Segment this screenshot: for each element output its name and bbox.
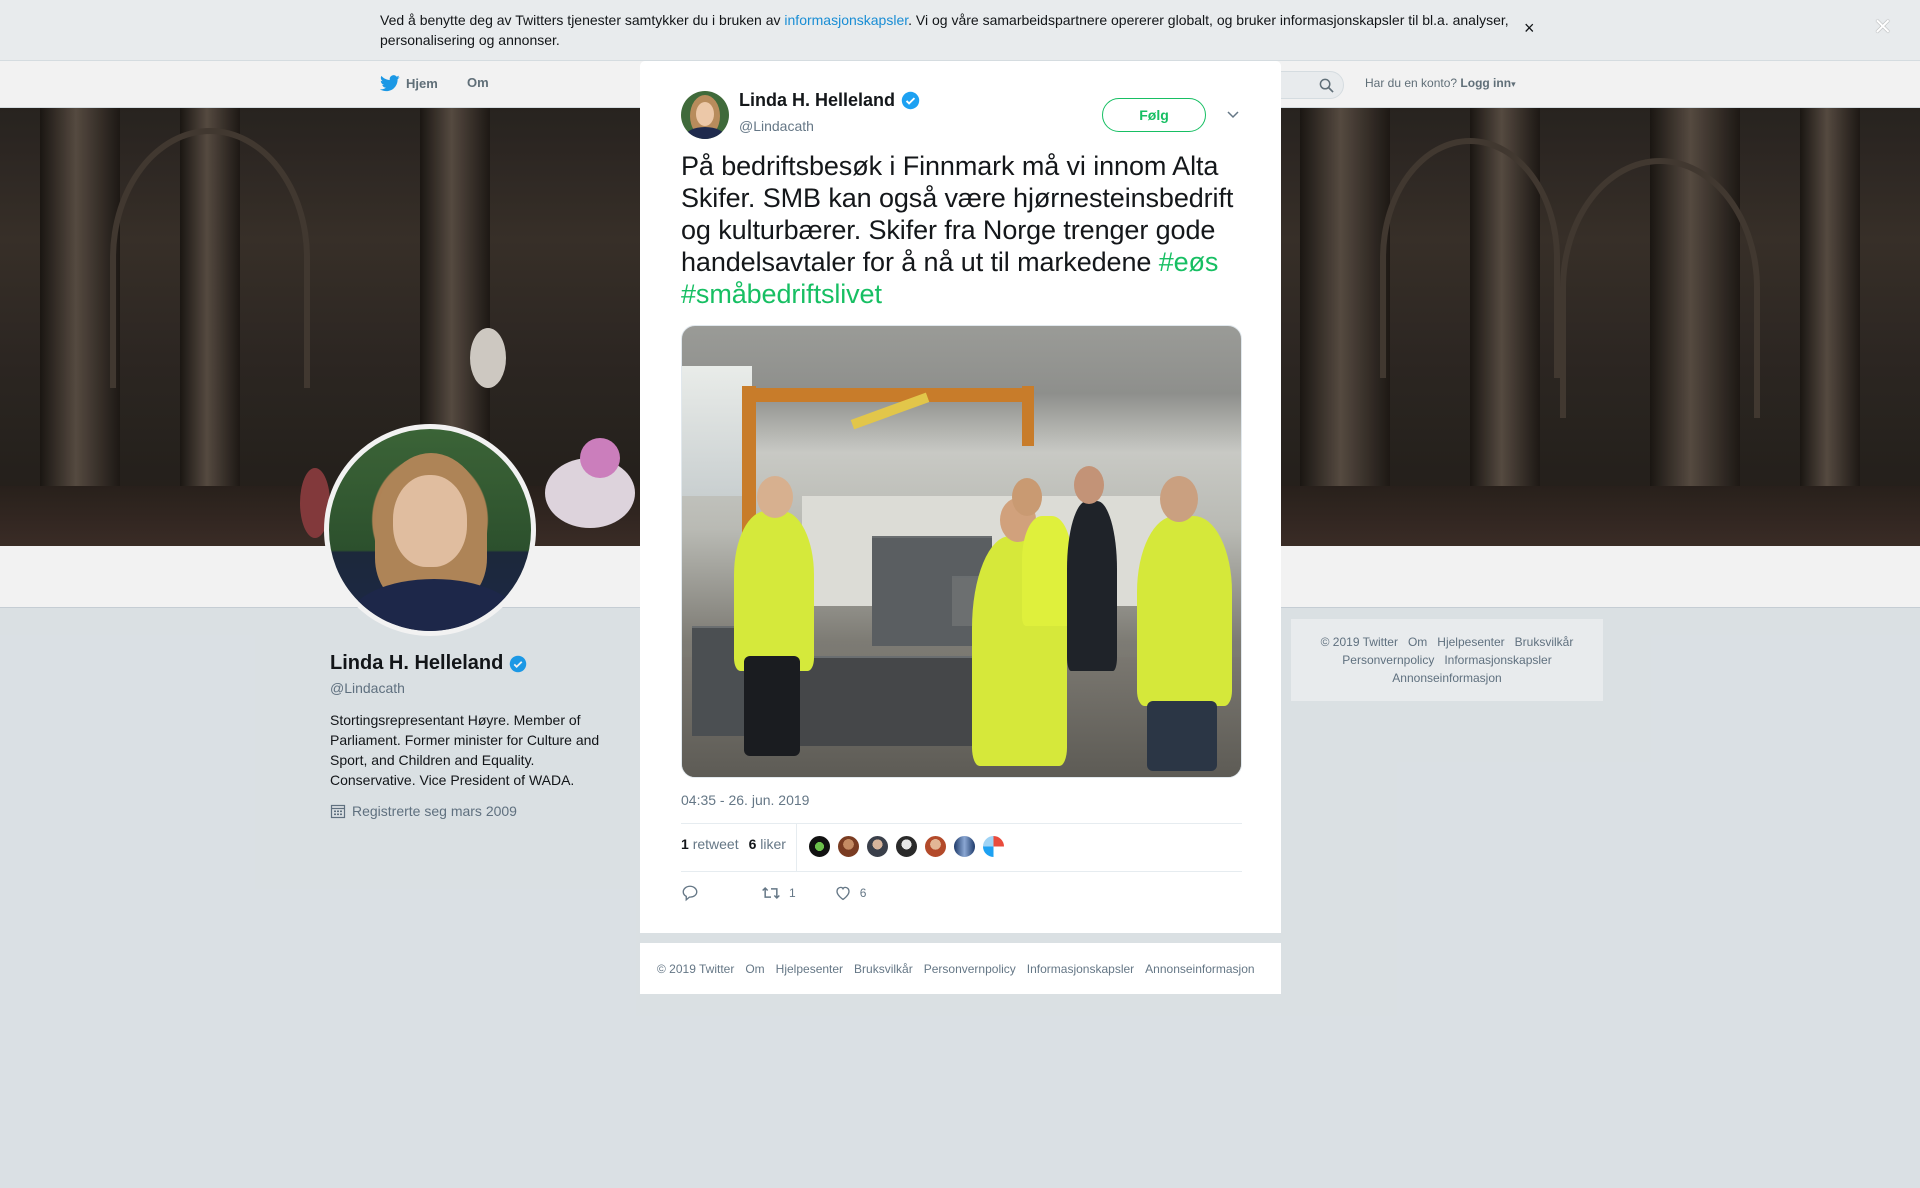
tweet-timestamp[interactable]: 04:35 - 26. jun. 2019 bbox=[681, 792, 809, 808]
tweet-photo[interactable] bbox=[681, 325, 1242, 778]
footer-link-ads[interactable]: Annonseinformasjon bbox=[1145, 962, 1254, 976]
heart-icon bbox=[836, 886, 850, 901]
retweet-action-count: 1 bbox=[789, 886, 796, 900]
modal-footer: © 2019 Twitter Om Hjelpesenter Bruksvilk… bbox=[640, 943, 1281, 994]
reply-button[interactable] bbox=[681, 884, 699, 902]
like-count-label: liker bbox=[760, 836, 786, 852]
tweet-author-name[interactable]: Linda H. Helleland bbox=[739, 90, 920, 111]
tweet-author-handle[interactable]: @Lindacath bbox=[739, 118, 814, 134]
retweet-button[interactable]: 1 bbox=[761, 884, 796, 902]
hashtag-link[interactable]: #småbedriftslivet bbox=[681, 279, 882, 309]
hashtag-link[interactable]: #eøs bbox=[1159, 247, 1219, 277]
like-count[interactable]: 6 liker bbox=[749, 836, 786, 852]
footer-link-privacy[interactable]: Personvernpolicy bbox=[924, 962, 1016, 976]
follow-button[interactable]: Følg bbox=[1102, 98, 1206, 132]
liker-avatars bbox=[808, 835, 1005, 858]
liker-avatar[interactable] bbox=[837, 835, 860, 858]
tweet-body: På bedriftsbesøk i Finnmark må vi innom … bbox=[681, 151, 1234, 277]
tweet-author-name-text: Linda H. Helleland bbox=[739, 90, 896, 110]
footer-link-about[interactable]: Om bbox=[745, 962, 764, 976]
reply-icon bbox=[682, 885, 698, 902]
divider bbox=[796, 824, 797, 871]
liker-avatar[interactable] bbox=[982, 835, 1005, 858]
footer-link-terms[interactable]: Bruksvilkår bbox=[854, 962, 913, 976]
retweet-icon bbox=[762, 886, 780, 900]
footer-copyright: © 2019 Twitter bbox=[657, 961, 735, 976]
footer-link-cookies[interactable]: Informasjonskapsler bbox=[1027, 962, 1134, 976]
liker-avatar[interactable] bbox=[953, 835, 976, 858]
retweet-count-value: 1 bbox=[681, 836, 689, 852]
liker-avatar[interactable] bbox=[895, 835, 918, 858]
chevron-down-icon[interactable] bbox=[1224, 105, 1242, 123]
tweet-author-avatar[interactable] bbox=[681, 91, 729, 139]
retweet-count-label: retweet bbox=[692, 836, 739, 852]
tweet-stats: 1 retweet 6 liker bbox=[681, 836, 786, 852]
retweet-count[interactable]: 1 retweet bbox=[681, 836, 739, 852]
liker-avatar[interactable] bbox=[808, 835, 831, 858]
verified-badge-icon bbox=[901, 91, 920, 110]
modal-close-button[interactable]: × bbox=[1874, 12, 1892, 42]
like-count-value: 6 bbox=[748, 836, 757, 852]
like-button[interactable]: 6 bbox=[834, 884, 867, 902]
divider bbox=[681, 871, 1242, 872]
liker-avatar[interactable] bbox=[924, 835, 947, 858]
like-action-count: 6 bbox=[859, 886, 867, 900]
footer-link-help[interactable]: Hjelpesenter bbox=[776, 962, 843, 976]
divider bbox=[681, 823, 1242, 824]
tweet-text: På bedriftsbesøk i Finnmark må vi innom … bbox=[681, 150, 1247, 310]
tweet-modal: Linda H. Helleland @Lindacath Følg På be… bbox=[640, 61, 1281, 933]
tweet-actions: 1 6 bbox=[681, 884, 866, 902]
liker-avatar[interactable] bbox=[866, 835, 889, 858]
